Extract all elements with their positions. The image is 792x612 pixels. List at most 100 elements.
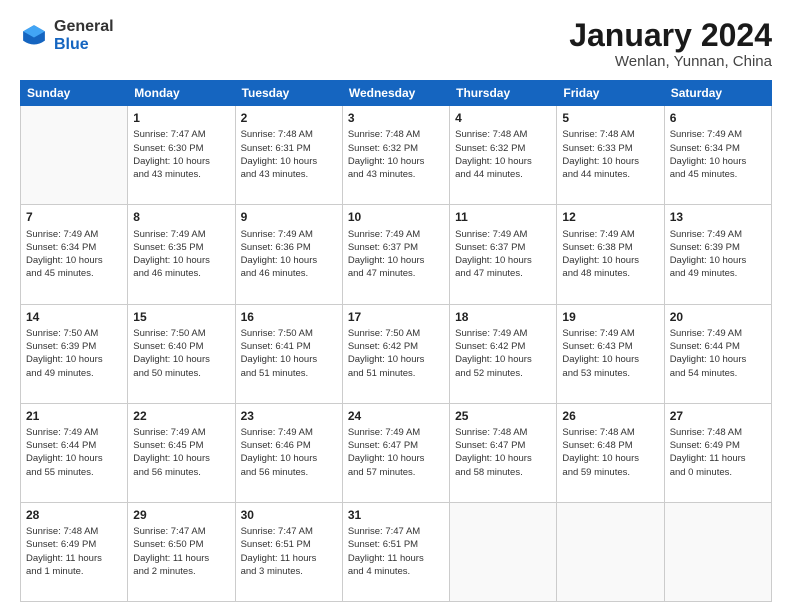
day-info: Sunrise: 7:49 AM Sunset: 6:44 PM Dayligh… [26,426,122,479]
calendar-cell: 22 Sunrise: 7:49 AM Sunset: 6:45 PM Dayli… [128,403,235,502]
day-number: 18 [455,309,551,325]
day-number: 28 [26,507,122,523]
day-info: Sunrise: 7:48 AM Sunset: 6:49 PM Dayligh… [26,525,122,578]
day-number: 17 [348,309,444,325]
week-row-2: 7Sunrise: 7:49 AM Sunset: 6:34 PM Daylig… [21,205,772,304]
day-number: 25 [455,408,551,424]
calendar-header: SundayMondayTuesdayWednesdayThursdayFrid… [21,81,772,106]
day-number: 2 [241,110,337,126]
page: General Blue January 2024 Wenlan, Yunnan… [0,0,792,612]
week-row-1: 1 Sunrise: 7:47 AM Sunset: 6:30 PM Daylig… [21,106,772,205]
logo-general-text: General [54,18,114,36]
day-number: 22 [133,408,229,424]
weekday-header-saturday: Saturday [664,81,771,106]
day-info: Sunrise: 7:48 AM Sunset: 6:48 PM Dayligh… [562,426,658,479]
day-number: 6 [670,110,766,126]
day-info: Sunrise: 7:49 AM Sunset: 6:37 PM Dayligh… [348,228,444,281]
day-number: 24 [348,408,444,424]
calendar-cell: 18Sunrise: 7:49 AM Sunset: 6:42 PM Dayli… [450,304,557,403]
calendar-cell: 30 Sunrise: 7:47 AM Sunset: 6:51 PM Dayli… [235,502,342,601]
day-info: Sunrise: 7:47 AM Sunset: 6:50 PM Dayligh… [133,525,229,578]
day-info: Sunrise: 7:48 AM Sunset: 6:32 PM Dayligh… [348,128,444,181]
weekday-header-wednesday: Wednesday [342,81,449,106]
calendar-cell: 29 Sunrise: 7:47 AM Sunset: 6:50 PM Dayli… [128,502,235,601]
week-row-5: 28 Sunrise: 7:48 AM Sunset: 6:49 PM Dayli… [21,502,772,601]
calendar-cell: 6Sunrise: 7:49 AM Sunset: 6:34 PM Daylig… [664,106,771,205]
day-info: Sunrise: 7:47 AM Sunset: 6:51 PM Dayligh… [348,525,444,578]
day-number: 26 [562,408,658,424]
weekday-header-friday: Friday [557,81,664,106]
calendar-cell: 25 Sunrise: 7:48 AM Sunset: 6:47 PM Dayli… [450,403,557,502]
day-number: 13 [670,209,766,225]
day-info: Sunrise: 7:49 AM Sunset: 6:35 PM Dayligh… [133,228,229,281]
calendar-cell: 2 Sunrise: 7:48 AM Sunset: 6:31 PM Daylig… [235,106,342,205]
day-info: Sunrise: 7:48 AM Sunset: 6:31 PM Dayligh… [241,128,337,181]
calendar-cell: 5Sunrise: 7:48 AM Sunset: 6:33 PM Daylig… [557,106,664,205]
calendar-cell [557,502,664,601]
logo: General Blue [20,18,114,53]
day-info: Sunrise: 7:49 AM Sunset: 6:44 PM Dayligh… [670,327,766,380]
day-number: 23 [241,408,337,424]
calendar-cell: 16Sunrise: 7:50 AM Sunset: 6:41 PM Dayli… [235,304,342,403]
day-info: Sunrise: 7:49 AM Sunset: 6:36 PM Dayligh… [241,228,337,281]
day-info: Sunrise: 7:49 AM Sunset: 6:38 PM Dayligh… [562,228,658,281]
day-number: 11 [455,209,551,225]
week-row-3: 14 Sunrise: 7:50 AM Sunset: 6:39 PM Dayli… [21,304,772,403]
day-number: 19 [562,309,658,325]
day-info: Sunrise: 7:49 AM Sunset: 6:45 PM Dayligh… [133,426,229,479]
calendar-cell: 24 Sunrise: 7:49 AM Sunset: 6:47 PM Dayli… [342,403,449,502]
day-info: Sunrise: 7:49 AM Sunset: 6:37 PM Dayligh… [455,228,551,281]
day-info: Sunrise: 7:47 AM Sunset: 6:51 PM Dayligh… [241,525,337,578]
day-info: Sunrise: 7:49 AM Sunset: 6:34 PM Dayligh… [26,228,122,281]
calendar-cell: 14 Sunrise: 7:50 AM Sunset: 6:39 PM Dayli… [21,304,128,403]
calendar-cell: 23 Sunrise: 7:49 AM Sunset: 6:46 PM Dayli… [235,403,342,502]
calendar-cell: 20Sunrise: 7:49 AM Sunset: 6:44 PM Dayli… [664,304,771,403]
calendar-cell: 13Sunrise: 7:49 AM Sunset: 6:39 PM Dayli… [664,205,771,304]
day-info: Sunrise: 7:49 AM Sunset: 6:46 PM Dayligh… [241,426,337,479]
day-number: 16 [241,309,337,325]
day-number: 10 [348,209,444,225]
day-info: Sunrise: 7:49 AM Sunset: 6:47 PM Dayligh… [348,426,444,479]
calendar-cell: 17Sunrise: 7:50 AM Sunset: 6:42 PM Dayli… [342,304,449,403]
logo-icon [20,22,48,50]
weekday-header-monday: Monday [128,81,235,106]
title-block: January 2024 Wenlan, Yunnan, China [569,18,772,70]
weekday-header-tuesday: Tuesday [235,81,342,106]
logo-text: General Blue [54,18,114,53]
calendar-cell: 1 Sunrise: 7:47 AM Sunset: 6:30 PM Daylig… [128,106,235,205]
day-info: Sunrise: 7:48 AM Sunset: 6:32 PM Dayligh… [455,128,551,181]
calendar-cell: 19Sunrise: 7:49 AM Sunset: 6:43 PM Dayli… [557,304,664,403]
day-number: 30 [241,507,337,523]
calendar-cell: 3 Sunrise: 7:48 AM Sunset: 6:32 PM Daylig… [342,106,449,205]
logo-blue-text: Blue [54,36,114,54]
weekday-header-sunday: Sunday [21,81,128,106]
day-number: 8 [133,209,229,225]
calendar-subtitle: Wenlan, Yunnan, China [569,53,772,70]
day-number: 21 [26,408,122,424]
weekday-row: SundayMondayTuesdayWednesdayThursdayFrid… [21,81,772,106]
day-number: 15 [133,309,229,325]
day-number: 5 [562,110,658,126]
calendar-cell: 15 Sunrise: 7:50 AM Sunset: 6:40 PM Dayli… [128,304,235,403]
day-number: 29 [133,507,229,523]
day-number: 14 [26,309,122,325]
calendar-title: January 2024 [569,18,772,53]
calendar-cell: 27Sunrise: 7:48 AM Sunset: 6:49 PM Dayli… [664,403,771,502]
day-info: Sunrise: 7:50 AM Sunset: 6:40 PM Dayligh… [133,327,229,380]
calendar-cell [664,502,771,601]
day-number: 1 [133,110,229,126]
calendar-table: SundayMondayTuesdayWednesdayThursdayFrid… [20,80,772,602]
calendar-cell: 28 Sunrise: 7:48 AM Sunset: 6:49 PM Dayli… [21,502,128,601]
day-info: Sunrise: 7:48 AM Sunset: 6:47 PM Dayligh… [455,426,551,479]
day-info: Sunrise: 7:48 AM Sunset: 6:49 PM Dayligh… [670,426,766,479]
header: General Blue January 2024 Wenlan, Yunnan… [20,18,772,70]
weekday-header-thursday: Thursday [450,81,557,106]
day-info: Sunrise: 7:47 AM Sunset: 6:30 PM Dayligh… [133,128,229,181]
calendar-cell: 31Sunrise: 7:47 AM Sunset: 6:51 PM Dayli… [342,502,449,601]
calendar-cell: 12Sunrise: 7:49 AM Sunset: 6:38 PM Dayli… [557,205,664,304]
calendar-cell [21,106,128,205]
calendar-cell: 11 Sunrise: 7:49 AM Sunset: 6:37 PM Dayli… [450,205,557,304]
calendar-body: 1 Sunrise: 7:47 AM Sunset: 6:30 PM Daylig… [21,106,772,602]
day-number: 3 [348,110,444,126]
day-info: Sunrise: 7:50 AM Sunset: 6:39 PM Dayligh… [26,327,122,380]
